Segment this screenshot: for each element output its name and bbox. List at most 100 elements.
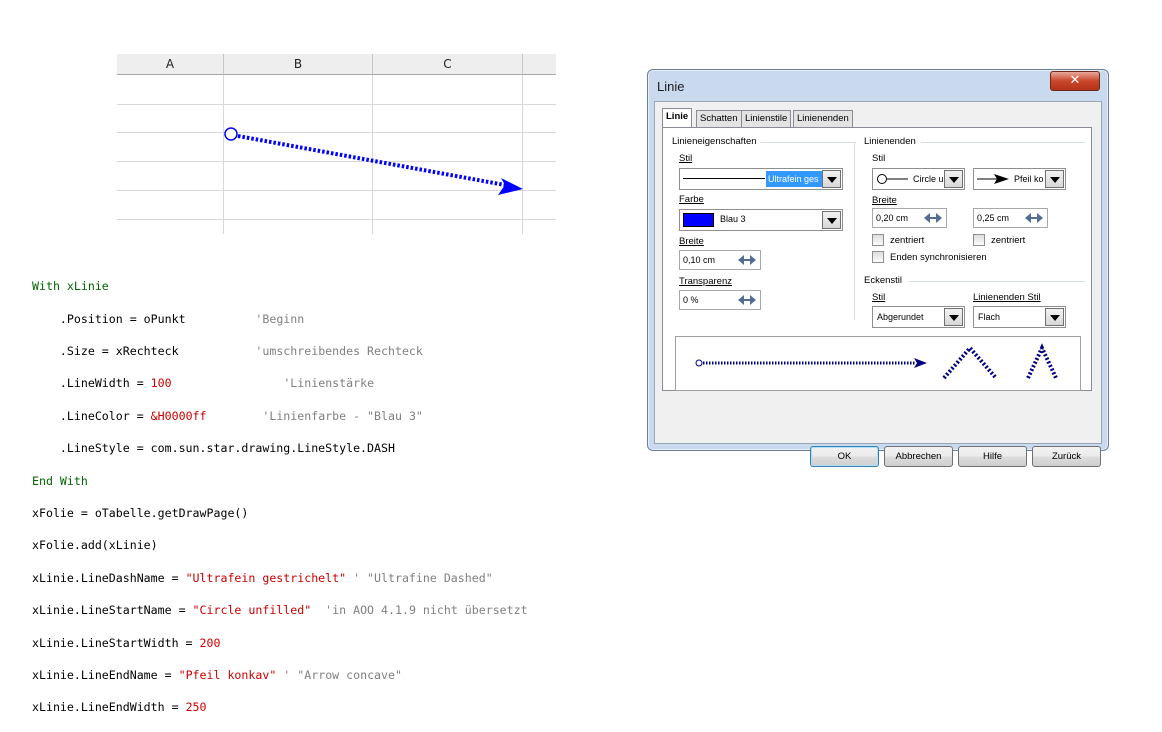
dialog-title: Linie xyxy=(657,79,685,94)
line-width-spinner[interactable]: 0,10 cm xyxy=(679,250,761,270)
code-string: "Circle unfilled" xyxy=(192,603,312,618)
code-string: "Ultrafein gestrichelt" xyxy=(185,570,347,585)
ends-width-label: Breite xyxy=(872,195,897,206)
line-preview xyxy=(675,336,1081,391)
code-text: xFolie.add(xLinie) xyxy=(32,538,158,553)
line-dialog: Linie ✕ Linie Schatten Linienstile Linie… xyxy=(647,69,1109,467)
line-style-select[interactable]: Ultrafein ges xyxy=(679,168,843,190)
sync-ends-label: Enden synchronisieren xyxy=(890,252,987,263)
transparency-value: 0 % xyxy=(683,295,699,305)
corner-style-select[interactable]: Abgerundet xyxy=(872,306,965,328)
tab-linienenden[interactable]: Linienenden xyxy=(793,110,853,127)
code-text: .LineStyle = com.sun.star.drawing.LineSt… xyxy=(32,441,395,456)
chevron-down-icon[interactable] xyxy=(944,170,963,188)
group-separator xyxy=(909,281,1085,282)
code-comment: ' "Ultrafine Dashed" xyxy=(346,570,493,585)
arrow-start-circle xyxy=(224,127,238,141)
corner-style-value: Abgerundet xyxy=(877,312,924,322)
transparency-spinner[interactable]: 0 % xyxy=(679,290,761,310)
line-style-value: Ultrafein ges xyxy=(766,171,822,187)
tab-schatten[interactable]: Schatten xyxy=(696,110,742,127)
code-keyword: End With xyxy=(32,473,88,488)
help-button[interactable]: Hilfe xyxy=(958,446,1027,467)
code-text: xLinie.LineDashName = xyxy=(32,570,186,585)
circle-line-icon xyxy=(877,174,908,184)
dash-sample xyxy=(683,178,765,179)
group-label-line-properties: Linieneigenschaften xyxy=(672,136,757,147)
code-number: 100 xyxy=(150,376,172,391)
close-button[interactable]: ✕ xyxy=(1050,71,1100,91)
group-separator xyxy=(921,142,1085,143)
line-color-value: Blau 3 xyxy=(720,214,746,224)
corner-style-label: Stil xyxy=(872,292,886,303)
cancel-button[interactable]: Abbrechen xyxy=(884,446,953,467)
group-separator xyxy=(760,142,856,143)
chevron-down-icon[interactable] xyxy=(822,211,841,229)
code-text: .LineColor = xyxy=(32,408,151,423)
code-comment: 'in AOO 4.1.9 nicht übersetzt xyxy=(311,603,528,618)
code-padding xyxy=(207,409,263,423)
group-label-line-ends: Linienenden xyxy=(864,136,916,147)
dashed-arrow-shape[interactable] xyxy=(117,54,556,234)
spin-arrows-icon[interactable] xyxy=(1024,212,1044,224)
color-label: Farbe xyxy=(679,194,704,205)
code-text: xFolie = oTabelle.getDrawPage() xyxy=(32,505,249,520)
cap-style-value: Flach xyxy=(978,312,1001,322)
start-width-value: 0,20 cm xyxy=(876,213,909,223)
column-divider xyxy=(854,142,855,320)
ok-button[interactable]: OK xyxy=(810,446,879,467)
group-label-corner-style: Eckenstil xyxy=(864,275,903,286)
code-object: xLinie xyxy=(66,279,109,294)
line-width-value: 0,10 cm xyxy=(683,255,716,265)
line-color-select[interactable]: Blau 3 xyxy=(679,209,843,231)
end-width-value: 0,25 cm xyxy=(977,213,1010,223)
chevron-down-icon[interactable] xyxy=(1045,308,1064,326)
start-centered-checkbox[interactable] xyxy=(872,234,884,246)
start-centered-label: zentriert xyxy=(890,235,925,246)
spin-arrows-icon[interactable] xyxy=(737,294,757,306)
code-comment: 'Linienstärke xyxy=(283,376,375,391)
arrow-line-icon xyxy=(977,174,1009,184)
code-comment: ' "Arrow concave" xyxy=(276,667,402,682)
line-start-select[interactable]: Circle u xyxy=(872,168,965,190)
sync-ends-checkbox[interactable] xyxy=(872,251,884,263)
chevron-down-icon[interactable] xyxy=(822,170,841,188)
code-number: &H0000ff xyxy=(150,408,207,423)
spreadsheet: A B C xyxy=(117,54,556,234)
line-end-value: Pfeil ko xyxy=(1014,174,1044,184)
ends-style-label: Stil xyxy=(872,153,886,164)
code-string: "Pfeil konkav" xyxy=(178,667,277,682)
code-text: xLinie.LineEndName = xyxy=(32,667,179,682)
tab-panel: Linieneigenschaften Stil Ultrafein ges F… xyxy=(662,127,1092,391)
code-number: 250 xyxy=(185,700,207,715)
color-swatch xyxy=(683,213,714,227)
code-comment: 'umschreibendes Rechteck xyxy=(255,343,423,358)
arrow-dashed-line xyxy=(237,134,506,187)
end-width-spinner[interactable]: 0,25 cm xyxy=(973,208,1048,228)
code-text: .Position = oPunkt xyxy=(32,311,256,326)
chevron-down-icon[interactable] xyxy=(944,308,963,326)
cap-style-select[interactable]: Flach xyxy=(973,306,1066,328)
basic-code-block: With xLinie .Position = oPunkt 'Beginn .… xyxy=(32,262,528,732)
cap-style-label: Linienenden Stil xyxy=(973,292,1041,303)
code-text: xLinie.LineStartName = xyxy=(32,603,193,618)
code-text: .LineWidth = xyxy=(32,376,151,391)
width-label: Breite xyxy=(679,236,704,247)
end-centered-checkbox[interactable] xyxy=(973,234,985,246)
transparency-label: Transparenz xyxy=(679,276,732,287)
back-button[interactable]: Zurück xyxy=(1032,446,1101,467)
tab-linienstile[interactable]: Linienstile xyxy=(741,110,792,127)
end-centered-label: zentriert xyxy=(991,235,1026,246)
line-end-select[interactable]: Pfeil ko xyxy=(973,168,1066,190)
start-width-spinner[interactable]: 0,20 cm xyxy=(872,208,947,228)
tab-linie[interactable]: Linie xyxy=(662,108,693,128)
line-start-value: Circle u xyxy=(913,174,944,184)
chevron-down-icon[interactable] xyxy=(1045,170,1064,188)
code-number: 200 xyxy=(199,635,221,650)
style-label: Stil xyxy=(679,153,693,164)
spin-arrows-icon[interactable] xyxy=(737,254,757,266)
code-comment: 'Beginn xyxy=(255,311,305,326)
spin-arrows-icon[interactable] xyxy=(923,212,943,224)
dialog-body: Linie Schatten Linienstile Linienenden L… xyxy=(654,101,1102,467)
code-text: .Size = xRechteck xyxy=(32,343,256,358)
